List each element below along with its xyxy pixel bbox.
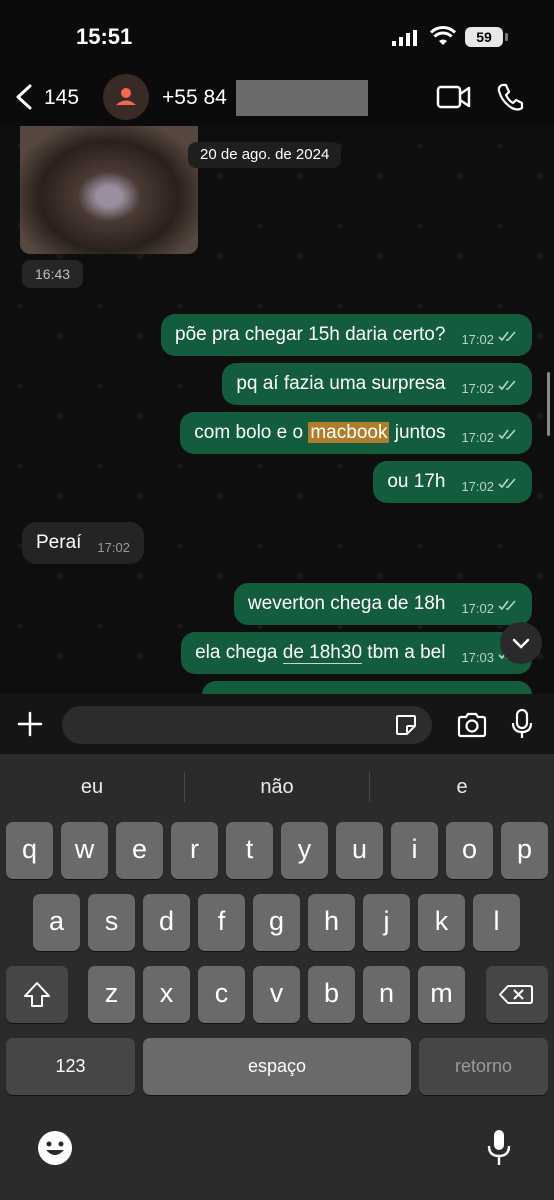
dictation-mic-icon[interactable]: [486, 1128, 512, 1168]
message-bubble[interactable]: com bolo e o macbook juntos 17:02: [180, 412, 532, 454]
key-i[interactable]: i: [391, 822, 438, 879]
key-l[interactable]: l: [473, 894, 520, 951]
key-n[interactable]: n: [363, 966, 410, 1023]
read-ticks-icon: [498, 478, 516, 489]
key-y[interactable]: y: [281, 822, 328, 879]
key-d[interactable]: d: [143, 894, 190, 951]
date-divider: 20 de ago. de 2024: [188, 142, 342, 168]
key-b[interactable]: b: [308, 966, 355, 1023]
signal-icon: [392, 30, 417, 46]
back-unread-count[interactable]: 145: [44, 86, 79, 110]
scroll-to-bottom-button[interactable]: [500, 622, 542, 664]
message-bubble[interactable]: ou 17h 17:02: [373, 461, 532, 503]
key-f[interactable]: f: [198, 894, 245, 951]
back-chevron-icon[interactable]: [14, 84, 34, 110]
suggestion-2[interactable]: não: [185, 776, 369, 799]
key-o[interactable]: o: [446, 822, 493, 879]
battery-tip: [505, 33, 508, 41]
message-time: 17:03: [461, 650, 494, 665]
read-ticks-icon: [498, 600, 516, 611]
detected-time-link[interactable]: de 18h30: [282, 642, 363, 664]
message-text: Peraí: [36, 532, 82, 553]
photo-message[interactable]: [20, 126, 198, 254]
key-p[interactable]: p: [501, 822, 548, 879]
camera-icon[interactable]: [456, 711, 488, 739]
shift-icon: [24, 982, 50, 1007]
key-c[interactable]: c: [198, 966, 245, 1023]
key-m[interactable]: m: [418, 966, 465, 1023]
scrollbar[interactable]: [547, 372, 550, 436]
message-bubble[interactable]: pq aí fazia uma surpresa 17:02: [222, 363, 532, 405]
message-time: 17:02: [461, 430, 494, 445]
message-time: 17:02: [461, 381, 494, 396]
read-ticks-icon: [498, 380, 516, 391]
key-r[interactable]: r: [171, 822, 218, 879]
key-z[interactable]: z: [88, 966, 135, 1023]
read-ticks-icon: [498, 331, 516, 342]
suggestion-3[interactable]: e: [370, 776, 554, 799]
read-ticks-icon: [498, 429, 516, 440]
key-g[interactable]: g: [253, 894, 300, 951]
key-k[interactable]: k: [418, 894, 465, 951]
key-u[interactable]: u: [336, 822, 383, 879]
person-icon: [116, 88, 136, 105]
message-bubble[interactable]: Peraí 17:02: [22, 522, 144, 564]
key-w[interactable]: w: [61, 822, 108, 879]
space-key[interactable]: espaço: [143, 1038, 411, 1095]
contact-name[interactable]: +55 84: [162, 86, 227, 110]
microphone-icon[interactable]: [510, 708, 534, 740]
wifi-icon: [430, 26, 456, 45]
battery-indicator: 59: [465, 27, 503, 47]
contact-avatar[interactable]: [103, 74, 149, 120]
key-q[interactable]: q: [6, 822, 53, 879]
video-call-icon[interactable]: [436, 84, 472, 110]
message-time: 17:02: [97, 540, 130, 555]
numbers-key[interactable]: 123: [6, 1038, 135, 1095]
return-key[interactable]: retorno: [419, 1038, 548, 1095]
key-a[interactable]: a: [33, 894, 80, 951]
key-t[interactable]: t: [226, 822, 273, 879]
backspace-icon: [499, 985, 533, 1004]
key-x[interactable]: x: [143, 966, 190, 1023]
key-s[interactable]: s: [88, 894, 135, 951]
message-bubble[interactable]: põe pra chegar 15h daria certo? 17:02: [161, 314, 532, 356]
message-text: ou 17h: [387, 471, 446, 492]
key-e[interactable]: e: [116, 822, 163, 879]
suggestion-1[interactable]: eu: [0, 776, 184, 799]
key-j[interactable]: j: [363, 894, 410, 951]
message-bubble-partial[interactable]: [202, 681, 532, 694]
message-text: ela chega de 18h30 tbm a bel: [195, 642, 446, 664]
message-text: weverton chega de 18h: [247, 593, 446, 614]
redaction-block: [236, 80, 368, 116]
message-time: 17:02: [461, 479, 494, 494]
plus-icon[interactable]: [16, 710, 44, 738]
sticker-icon[interactable]: [394, 713, 418, 737]
key-v[interactable]: v: [253, 966, 300, 1023]
search-highlight: macbook: [308, 422, 390, 443]
message-time: 17:02: [461, 332, 494, 347]
phone-call-icon[interactable]: [496, 82, 524, 112]
message-time: 17:02: [461, 601, 494, 616]
key-h[interactable]: h: [308, 894, 355, 951]
chevron-down-icon: [512, 638, 530, 649]
message-text: põe pra chegar 15h daria certo?: [175, 324, 446, 345]
message-text: pq aí fazia uma surpresa: [236, 373, 446, 394]
status-time: 15:51: [76, 24, 133, 49]
message-text: com bolo e o macbook juntos: [194, 422, 446, 443]
chat-area[interactable]: 20 de ago. de 2024 16:43 põe pra chegar …: [0, 126, 554, 694]
shift-key[interactable]: [6, 966, 68, 1023]
emoji-icon[interactable]: [37, 1130, 73, 1166]
message-input[interactable]: [62, 706, 432, 744]
message-bubble[interactable]: weverton chega de 18h 17:02: [233, 583, 532, 625]
photo-timestamp: 16:43: [22, 260, 84, 288]
message-bubble[interactable]: ela chega de 18h30 tbm a bel 17:03: [181, 632, 532, 674]
backspace-key[interactable]: [486, 966, 548, 1023]
